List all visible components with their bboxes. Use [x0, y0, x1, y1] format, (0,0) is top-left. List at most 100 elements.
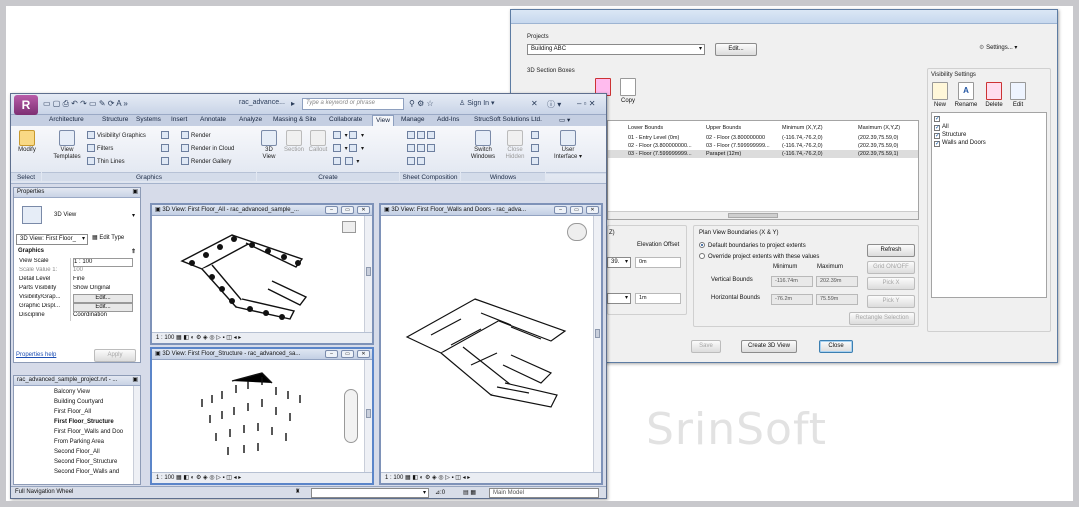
table-hscroll[interactable] [608, 211, 918, 219]
view-control-bar[interactable]: 1 : 100 ▦ ◧ ◐ ⚙ ◈ ◎ ▷ ▪ ◫ ◂ ▸ [152, 332, 372, 343]
status-tools[interactable]: ▤ ▦ [463, 489, 476, 496]
3d-view-button[interactable]: 3D View [259, 130, 279, 161]
refresh-button[interactable]: Refresh [867, 244, 915, 257]
panel-graphics[interactable]: Graphics [42, 172, 256, 181]
horizontal-min-field[interactable]: -76.2m [771, 294, 813, 305]
panel-sheet-composition[interactable]: Sheet Composition [400, 172, 460, 181]
vis-edit-button[interactable]: Edit [1007, 82, 1029, 108]
table-cell[interactable]: 01 - Entry Level (0m) [628, 135, 679, 141]
user-interface-button[interactable]: User Interface ▾ [551, 130, 585, 161]
tab-add-ins[interactable]: Add-Ins [437, 116, 459, 123]
prop-row[interactable]: Detail Level Fine [17, 276, 135, 285]
vis-rename-button[interactable]: A Rename [951, 82, 981, 108]
checkbox[interactable]: ✓ [934, 116, 940, 122]
thin-lines-button[interactable]: Thin Lines [87, 157, 125, 165]
panel-windows[interactable]: Windows [461, 172, 545, 181]
table-cell[interactable]: 03 - Floor (7.599999999... [706, 143, 770, 149]
close-view-button[interactable]: ✕ [357, 206, 370, 214]
visibility-list[interactable]: ✓ ✓ All ✓ Structure ✓ Walls and Doors [931, 112, 1047, 298]
sign-in-button[interactable]: ♙ Sign In ▾ [459, 99, 495, 107]
window-controls[interactable]: – ▫ ✕ [577, 99, 595, 108]
quick-access-toolbar[interactable]: ▭ ▢ ⎙ ↶ ↷ ▭ ✎ ⟳ A » [43, 99, 128, 109]
restore-view-button[interactable]: ▭ [341, 206, 354, 214]
vis-item-structure[interactable]: ✓ Structure [934, 132, 966, 139]
tab-collaborate[interactable]: Collaborate [329, 116, 362, 123]
exchange-icon[interactable]: ✕ [531, 99, 538, 108]
restore-view-button[interactable]: ▭ [570, 206, 583, 214]
table-cell[interactable]: (-116.74,-76.2,0) [782, 151, 823, 157]
search-input[interactable]: Type a keyword or phrase [302, 98, 404, 110]
pick-x-button[interactable]: Pick X [867, 277, 915, 290]
properties-help-link[interactable]: Properties help [16, 352, 56, 358]
editing-requests[interactable]: ⊿:0 [435, 489, 445, 496]
design-option-select[interactable]: Main Model [489, 488, 599, 498]
vis-new-button[interactable]: New [929, 82, 951, 108]
graphics-tool[interactable] [161, 157, 171, 165]
minimize-view-button[interactable]: – [325, 350, 338, 358]
viewcube-icon[interactable] [567, 223, 587, 241]
project-browser-title[interactable]: rac_advanced_sample_project.rvt - ... ▣ [14, 376, 140, 386]
edit-project-button[interactable]: Edit... [715, 43, 757, 56]
window-tools[interactable] [531, 131, 541, 139]
vertical-min-field[interactable]: -116.74m [771, 276, 813, 287]
application-menu-button[interactable]: R [14, 95, 38, 115]
view-first-floor-structure[interactable]: ▣ 3D View: First Floor_Structure - rac_a… [150, 347, 374, 485]
copy-button[interactable]: Copy [615, 78, 641, 104]
browser-item[interactable]: Building Courtyard [54, 399, 103, 405]
browser-item[interactable]: First Floor_Walls and Doo [54, 429, 123, 435]
viewcube-icon[interactable] [342, 221, 356, 233]
ribbon-toggle[interactable]: ▭ ▾ [559, 116, 570, 124]
chevron-right-icon[interactable]: ▸ [291, 99, 295, 108]
create-3d-view-button[interactable]: Create 3D View [741, 340, 797, 353]
browser-item[interactable]: First Floor_All [54, 409, 91, 415]
filters-button[interactable]: Filters [87, 144, 113, 152]
default-boundaries-radio[interactable]: Default boundaries to project extents [699, 242, 806, 249]
browser-scrollbar[interactable] [133, 386, 140, 484]
close-view-button[interactable]: ✕ [586, 206, 599, 214]
create-tools[interactable]: ▾ ▾ [333, 144, 364, 152]
graphics-section[interactable]: Graphics ⇑ [18, 248, 136, 255]
view-scrollbar[interactable] [364, 360, 372, 472]
navigation-bar[interactable] [344, 389, 358, 443]
worksharing-icon[interactable]: ♜ [295, 488, 300, 495]
grid-onoff-button[interactable]: Grid ON/OFF [867, 261, 915, 274]
elevation-combo[interactable]: 39. ▾ [607, 257, 631, 268]
pick-y-button[interactable]: Pick Y [867, 295, 915, 308]
create-tools[interactable]: ▾ ▾ [333, 131, 364, 139]
elevation-offset-1[interactable]: 0m [635, 257, 681, 268]
visibility-graphics-button[interactable]: Visibility/ Graphics [87, 131, 146, 139]
graphics-tool[interactable] [161, 131, 171, 139]
workset-select[interactable]: ▾ [311, 488, 429, 498]
tab-manage[interactable]: Manage [401, 116, 425, 123]
vertical-max-field[interactable]: 202.39m [816, 276, 858, 287]
tab-architecture[interactable]: Architecture [49, 116, 84, 123]
view-control-bar[interactable]: 1 : 100 ▦ ◧ ◐ ⚙ ◈ ◎ ▷ ▪ ◫ ◂ ▸ [152, 472, 372, 483]
chevron-down-icon[interactable]: ▾ [132, 212, 135, 219]
prop-row[interactable]: Scale Value 1: 100 [17, 267, 135, 276]
project-select[interactable]: Building ABC ▾ [527, 44, 705, 55]
prop-row[interactable]: Discipline Coordination [17, 312, 135, 321]
help-icon[interactable]: ⓘ ▾ [547, 99, 561, 110]
vis-item-walls-doors[interactable]: ✓ Walls and Doors [934, 140, 986, 147]
sheet-tools[interactable] [407, 157, 427, 165]
tab-analyze[interactable]: Analyze [239, 116, 262, 123]
window-tools[interactable] [531, 157, 541, 165]
restore-view-button[interactable]: ▭ [341, 350, 354, 358]
close-icon[interactable]: ▣ [132, 376, 138, 383]
panel-create[interactable]: Create [257, 172, 399, 181]
browser-item[interactable]: Second Floor_Walls and [54, 469, 119, 475]
browser-item-active[interactable]: First Floor_Structure [54, 419, 114, 425]
browser-item[interactable]: Second Floor_All [54, 449, 100, 455]
panel-select[interactable]: Select [11, 172, 41, 181]
binoculars-icon[interactable]: ⚲ ⚙ ☆ [409, 99, 434, 108]
view-first-floor-walls-doors[interactable]: ▣ 3D View: First Floor_Walls and Doors -… [379, 203, 603, 485]
create-tools[interactable]: ▾ [333, 157, 359, 165]
table-cell[interactable]: (202.39,75.59,0) [858, 143, 898, 149]
vis-item-all[interactable]: ✓ All [934, 124, 949, 131]
browser-item[interactable]: Balcony View [54, 389, 90, 395]
render-gallery-button[interactable]: Render Gallery [181, 157, 231, 165]
prop-row[interactable]: Visibility/Grap... Edit... [17, 294, 135, 303]
elevation-combo-2[interactable]: ▾ [607, 293, 631, 304]
minimize-view-button[interactable]: – [325, 206, 338, 214]
tab-strucsoft[interactable]: StrucSoft Solutions Ltd. [474, 116, 542, 123]
